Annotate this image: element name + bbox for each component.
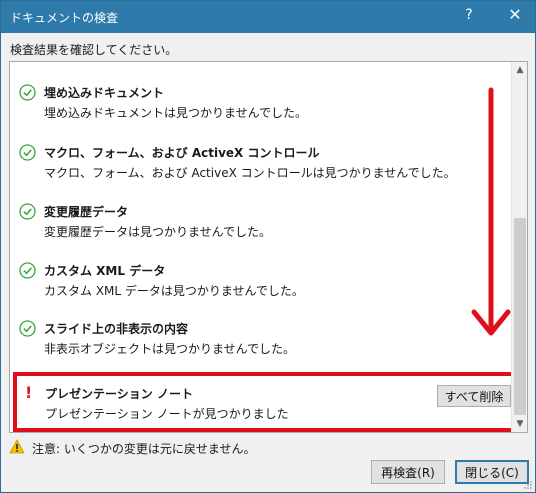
result-item-presenter-notes: ! プレゼンテーション ノート プレゼンテーション ノートが見つかりました すべ…	[13, 372, 524, 432]
result-title: プレゼンテーション ノート	[45, 387, 193, 401]
close-button[interactable]: 閉じる(C)	[455, 460, 529, 484]
warning-icon	[9, 439, 25, 454]
recheck-button[interactable]: 再検査(R)	[371, 460, 445, 484]
title-bar: ドキュメントの検査 ? ✕	[1, 1, 535, 33]
document-inspector-dialog: ドキュメントの検査 ? ✕ 検査結果を確認してください。 埋め込みドキュメント …	[0, 0, 536, 493]
resize-grip-icon[interactable]	[523, 480, 533, 490]
red-arrow-annotation	[471, 87, 511, 336]
remove-all-button[interactable]: すべて削除	[437, 385, 511, 407]
inspection-results-list: 埋め込みドキュメント 埋め込みドキュメントは見つかりませんでした。 マクロ、フォ…	[9, 61, 528, 433]
scroll-down-icon[interactable]: ▼	[512, 416, 527, 432]
close-window-button[interactable]: ✕	[501, 5, 529, 27]
result-description: プレゼンテーション ノートが見つかりました	[45, 407, 289, 421]
scroll-up-icon[interactable]: ▲	[512, 62, 527, 78]
vertical-scrollbar[interactable]: ▲ ▼	[511, 62, 527, 432]
instruction-text: 検査結果を確認してください。	[10, 43, 178, 57]
warning-text: 注意: いくつかの変更は元に戻せません。	[32, 442, 256, 456]
help-button[interactable]: ?	[455, 7, 483, 27]
scrollbar-thumb[interactable]	[514, 218, 526, 415]
exclamation-icon: !	[25, 383, 33, 402]
window-title: ドキュメントの検査	[10, 11, 119, 25]
